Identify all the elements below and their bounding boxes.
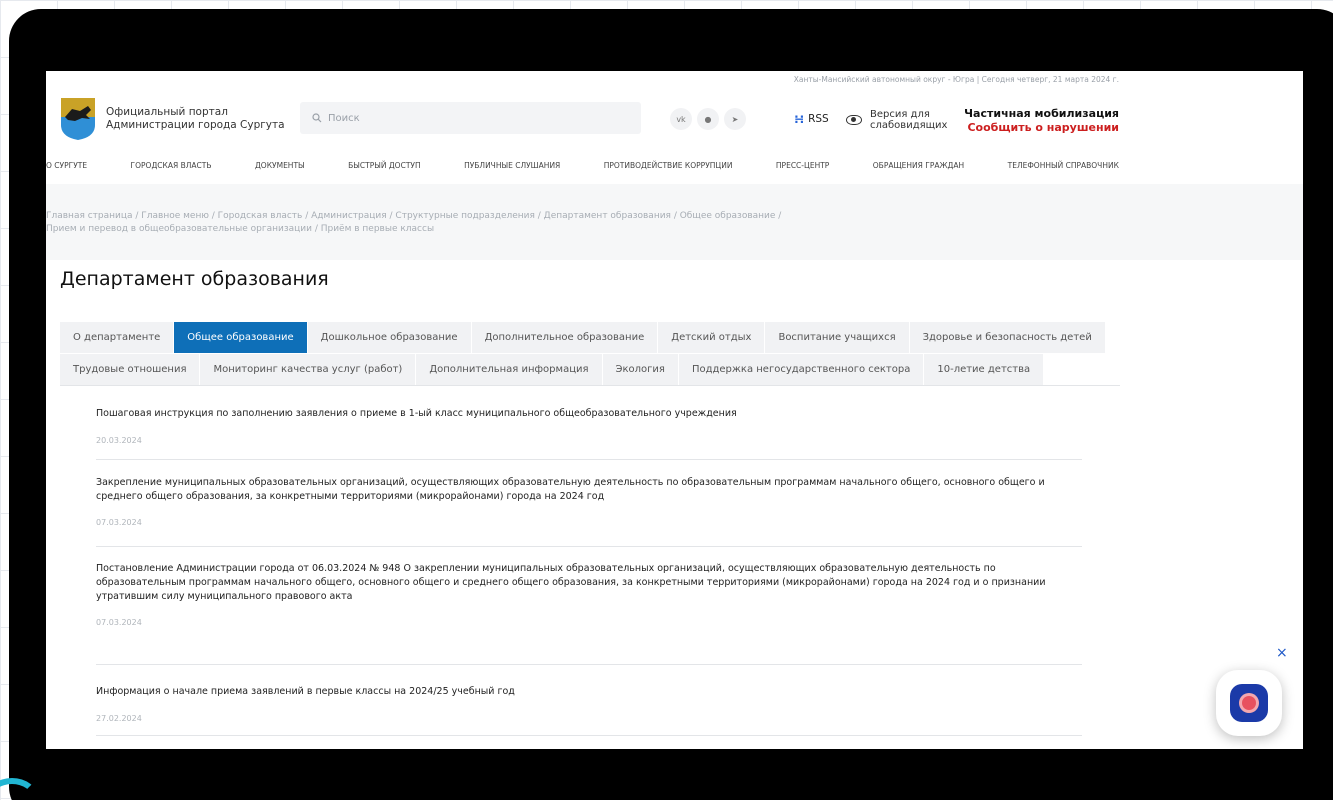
coat-of-arms-logo[interactable] bbox=[60, 97, 96, 141]
tab-general-education[interactable]: Общее образование bbox=[174, 322, 308, 354]
rss-label: RSS bbox=[808, 113, 829, 125]
page-title: Департамент образования bbox=[60, 268, 329, 290]
news-date: 20.03.2024 bbox=[96, 436, 142, 445]
search-icon bbox=[312, 113, 322, 123]
search-placeholder: Поиск bbox=[328, 112, 360, 124]
assistant-icon bbox=[1230, 684, 1268, 722]
tab-ecology[interactable]: Экология bbox=[602, 354, 679, 386]
tab-about-department[interactable]: О департаменте bbox=[60, 322, 175, 354]
accessibility-version-link[interactable]: Версия для слабовидящих bbox=[846, 109, 947, 131]
breadcrumb-line2[interactable]: Прием и перевод в общеобразовательные ор… bbox=[46, 223, 876, 236]
telegram-icon[interactable]: ➤ bbox=[724, 108, 746, 130]
news-date: 07.03.2024 bbox=[96, 618, 142, 627]
news-title[interactable]: Пошаговая инструкция по заполнению заявл… bbox=[96, 407, 1082, 421]
breadcrumb-line1[interactable]: Главная страница / Главное меню / Городс… bbox=[46, 210, 876, 223]
mobilization-title: Частичная мобилизация bbox=[964, 107, 1119, 120]
tabs-row-1: О департаменте Общее образование Дошколь… bbox=[60, 322, 1120, 354]
social-links: vk ● ➤ bbox=[670, 108, 746, 130]
tab-childhood-decade[interactable]: 10-летие детства bbox=[924, 354, 1045, 386]
list-item: Закрепление муниципальных образовательны… bbox=[96, 460, 1082, 547]
nav-item-about[interactable]: О СУРГУТЕ bbox=[46, 161, 87, 170]
tab-service-quality-monitoring[interactable]: Мониторинг качества услуг (работ) bbox=[200, 354, 417, 386]
section-tabs: О департаменте Общее образование Дошколь… bbox=[60, 322, 1120, 386]
tabs-row-2: Трудовые отношения Мониторинг качества у… bbox=[60, 354, 1120, 386]
portal-name[interactable]: Официальный портал Администрации города … bbox=[106, 106, 285, 132]
assistant-dot-icon bbox=[1242, 696, 1256, 710]
list-item: Пошаговая инструкция по заполнению заявл… bbox=[96, 401, 1082, 460]
accessibility-line1: Версия для bbox=[870, 109, 930, 120]
close-widget-button[interactable]: × bbox=[1276, 645, 1288, 661]
list-item: Постановление Администрации города от 06… bbox=[96, 547, 1082, 665]
portal-name-line1: Официальный портал bbox=[106, 106, 228, 118]
tab-preschool-education[interactable]: Дошкольное образование bbox=[307, 322, 472, 354]
breadcrumb: Главная страница / Главное меню / Городс… bbox=[46, 210, 876, 236]
tab-non-state-sector-support[interactable]: Поддержка негосударственного сектора bbox=[678, 354, 925, 386]
news-date: 27.02.2024 bbox=[96, 714, 142, 723]
tab-children-health-safety[interactable]: Здоровье и безопасность детей bbox=[909, 322, 1106, 354]
tab-additional-education[interactable]: Дополнительное образование bbox=[471, 322, 659, 354]
tab-labor-relations[interactable]: Трудовые отношения bbox=[60, 354, 201, 386]
nav-item-city-power[interactable]: ГОРОДСКАЯ ВЛАСТЬ bbox=[131, 161, 212, 170]
tab-children-recreation[interactable]: Детский отдых bbox=[658, 322, 766, 354]
tab-additional-info[interactable]: Дополнительная информация bbox=[416, 354, 603, 386]
report-violation-link[interactable]: Сообщить о нарушении bbox=[964, 121, 1119, 135]
tabs-divider bbox=[60, 385, 1120, 386]
region-date-line: Ханты-Мансийский автономный округ - Югра… bbox=[793, 75, 1119, 84]
search-input[interactable]: Поиск bbox=[300, 102, 641, 134]
accessibility-line2: слабовидящих bbox=[870, 120, 948, 131]
assistant-widget-button[interactable] bbox=[1216, 670, 1282, 736]
rss-link[interactable]: ∺ RSS bbox=[794, 112, 829, 126]
news-date: 07.03.2024 bbox=[96, 518, 142, 527]
nav-item-press-center[interactable]: ПРЕСС-ЦЕНТР bbox=[776, 161, 829, 170]
vk-icon[interactable]: vk bbox=[670, 108, 692, 130]
ok-icon[interactable]: ● bbox=[697, 108, 719, 130]
mobilization-block: Частичная мобилизация Сообщить о нарушен… bbox=[964, 107, 1119, 135]
nav-item-anti-corruption[interactable]: ПРОТИВОДЕЙСТВИЕ КОРРУПЦИИ bbox=[604, 161, 733, 170]
nav-item-public-hearings[interactable]: ПУБЛИЧНЫЕ СЛУШАНИЯ bbox=[464, 161, 560, 170]
list-item: Информация о начале приема заявлений в п… bbox=[96, 665, 1082, 736]
nav-item-quick-access[interactable]: БЫСТРЫЙ ДОСТУП bbox=[348, 161, 421, 170]
news-title[interactable]: Постановление Администрации города от 06… bbox=[96, 562, 1082, 604]
nav-item-citizen-appeals[interactable]: ОБРАЩЕНИЯ ГРАЖДАН bbox=[873, 161, 964, 170]
eye-icon bbox=[846, 115, 862, 125]
nav-item-documents[interactable]: ДОКУМЕНТЫ bbox=[255, 161, 305, 170]
rss-icon: ∺ bbox=[794, 112, 805, 126]
news-list: Пошаговая инструкция по заполнению заявл… bbox=[96, 401, 1082, 736]
portal-name-line2: Администрации города Сургута bbox=[106, 119, 285, 131]
browser-screen: Ханты-Мансийский автономный округ - Югра… bbox=[46, 71, 1303, 749]
news-title[interactable]: Информация о начале приема заявлений в п… bbox=[96, 685, 1082, 699]
news-title[interactable]: Закрепление муниципальных образовательны… bbox=[96, 476, 1082, 504]
tab-student-upbringing[interactable]: Воспитание учащихся bbox=[765, 322, 910, 354]
nav-item-phone-directory[interactable]: ТЕЛЕФОННЫЙ СПРАВОЧНИК bbox=[1008, 161, 1119, 170]
main-nav: О СУРГУТЕ ГОРОДСКАЯ ВЛАСТЬ ДОКУМЕНТЫ БЫС… bbox=[46, 161, 1119, 170]
